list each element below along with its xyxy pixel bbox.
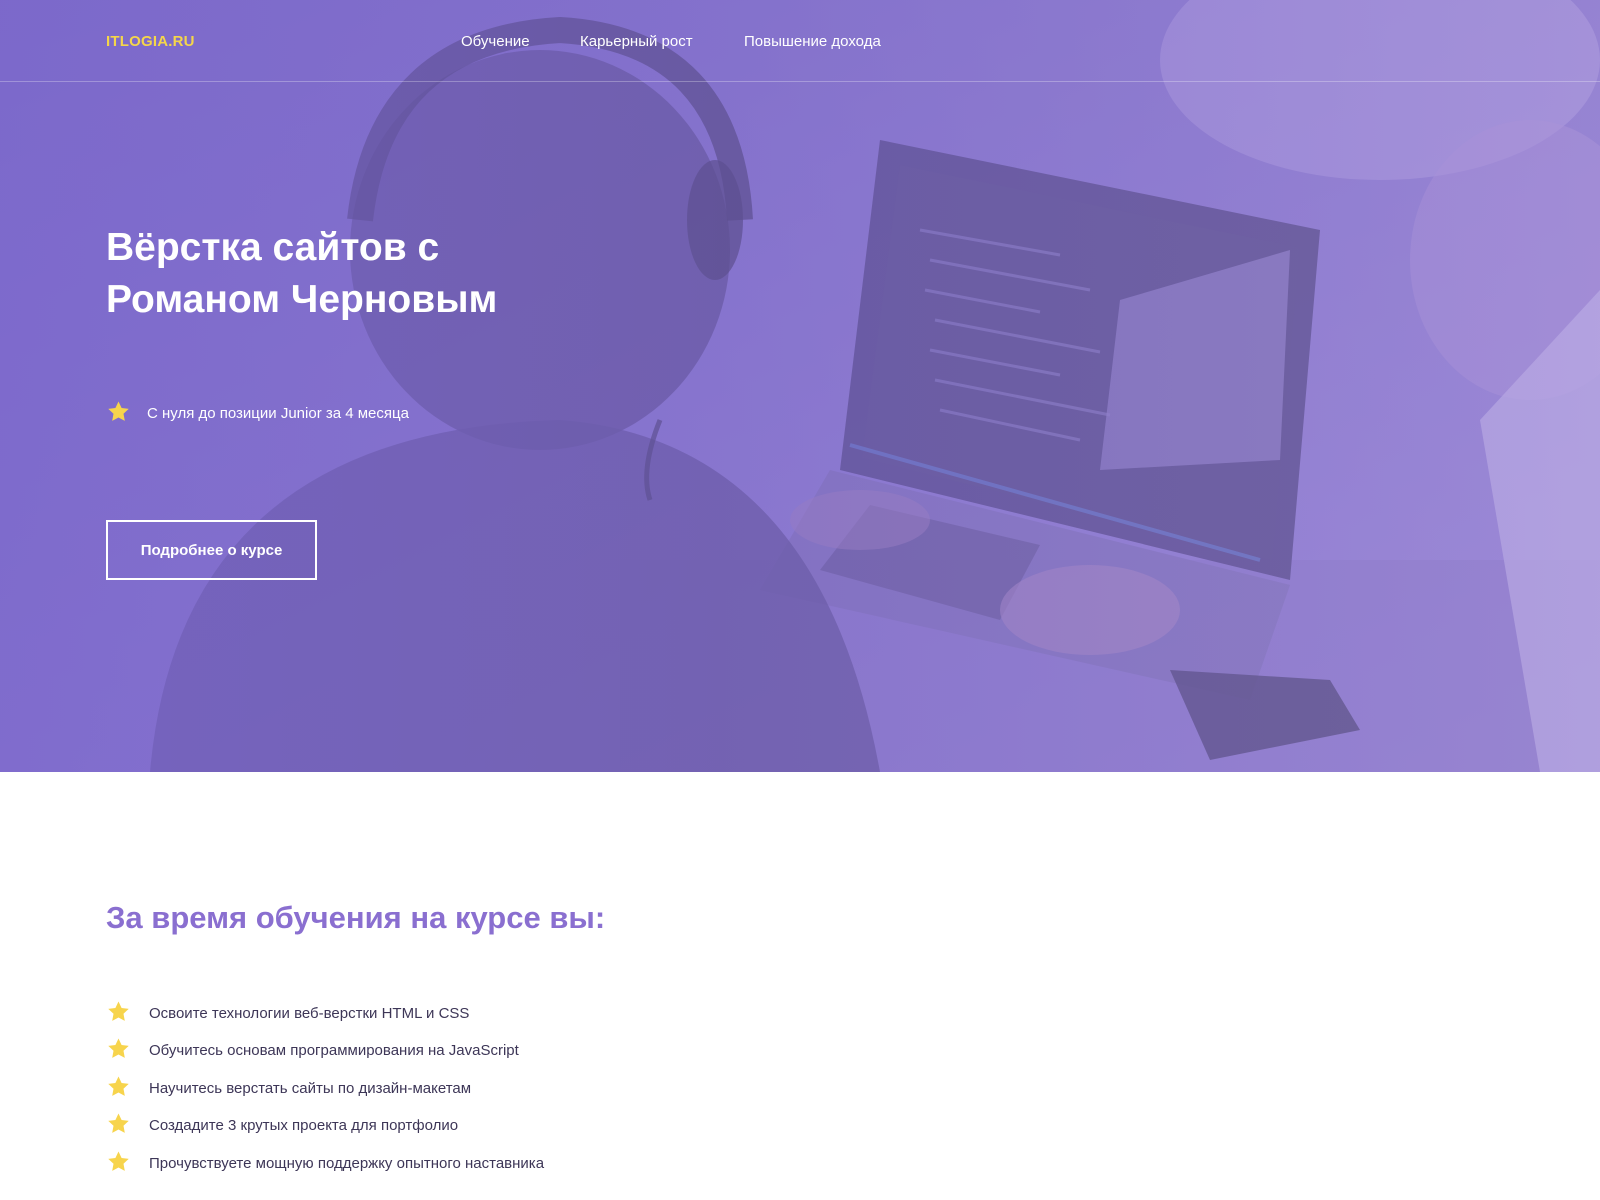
hero-overlay	[0, 0, 1600, 772]
list-item-text: Обучитесь основам программирования на Ja…	[149, 1042, 519, 1059]
list-item-text: Освоите технологии веб-верстки HTML и CS…	[149, 1005, 470, 1022]
hero-title-line-1: Вёрстка сайтов с	[106, 226, 440, 269]
hero-title-line-2: Романом Черновым	[106, 278, 498, 321]
star-icon	[108, 1151, 129, 1171]
nav-link-education[interactable]: Обучение	[461, 33, 530, 50]
star-icon	[108, 1001, 129, 1021]
nav-link-income[interactable]: Повышение дохода	[744, 33, 881, 50]
site-logo[interactable]: ITLOGIA.RU	[106, 33, 195, 50]
site-header: ITLOGIA.RU Обучение Карьерный рост Повыш…	[0, 0, 1600, 82]
benefits-title: За время обучения на курсе вы:	[106, 900, 606, 935]
hero-title: Вёрстка сайтов с Романом Черновым	[106, 222, 706, 326]
hero-feature-text: С нуля до позиции Junior за 4 месяца	[147, 405, 409, 422]
list-item-text: Создадите 3 крутых проекта для портфолио	[149, 1117, 459, 1134]
star-icon	[108, 1076, 129, 1096]
star-icon	[108, 1038, 129, 1058]
star-icon	[108, 401, 129, 421]
star-icon	[108, 1113, 129, 1133]
list-item-text: Научитесь верстать сайты по дизайн-макет…	[149, 1080, 472, 1097]
nav-link-career[interactable]: Карьерный рост	[580, 33, 693, 50]
course-details-button[interactable]: Подробнее о курсе	[106, 520, 317, 580]
list-item-text: Прочувствуете мощную поддержку опытного …	[149, 1155, 545, 1172]
hero-section: ITLOGIA.RU Обучение Карьерный рост Повыш…	[0, 0, 1600, 772]
